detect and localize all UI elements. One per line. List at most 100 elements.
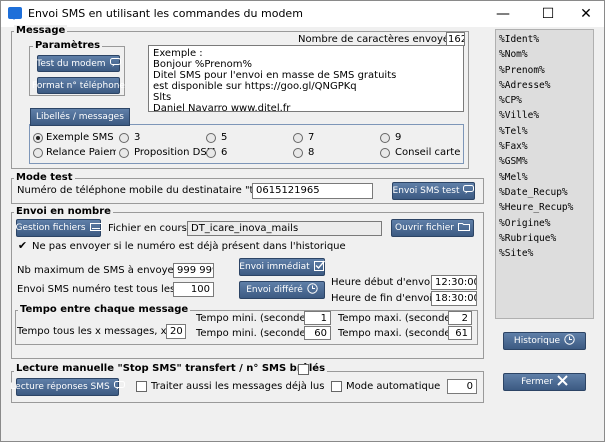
auto-mode-label: Mode automatique bbox=[346, 381, 441, 392]
radio-3[interactable] bbox=[119, 133, 129, 143]
folder-icon bbox=[457, 222, 470, 234]
variable-item[interactable]: %Rubrique% bbox=[499, 231, 590, 246]
keyboard-icon bbox=[89, 222, 102, 234]
radio-5[interactable] bbox=[206, 133, 216, 143]
mode-test-label: Mode test bbox=[14, 172, 75, 184]
radio-label: 3 bbox=[134, 132, 141, 143]
max2-input[interactable]: 61 bbox=[448, 326, 472, 340]
every-x-input[interactable]: 20 bbox=[166, 324, 186, 339]
radio-8[interactable] bbox=[293, 148, 303, 158]
variable-item[interactable]: %Ident% bbox=[499, 32, 590, 47]
variable-item[interactable]: %Fax% bbox=[499, 139, 590, 154]
radio-7[interactable] bbox=[293, 133, 303, 143]
stop-sms-label: Lecture manuelle "Stop SMS" transfert / … bbox=[14, 363, 328, 375]
bulk-send-label: Envoi en nombre bbox=[14, 206, 113, 218]
auto-mode-input[interactable]: 0 bbox=[447, 379, 477, 394]
open-file-label: Ouvrir fichier bbox=[395, 223, 454, 233]
open-file-button[interactable]: Ouvrir fichier bbox=[391, 219, 474, 237]
radio-label: 8 bbox=[308, 147, 315, 158]
radio-label: 7 bbox=[308, 132, 315, 143]
radio-label: 9 bbox=[395, 132, 402, 143]
radio-9[interactable] bbox=[380, 133, 390, 143]
speech-bubble-icon bbox=[113, 381, 125, 393]
variable-item[interactable]: %Ville% bbox=[499, 108, 590, 123]
max1-label: Tempo maxi. (secondes) bbox=[338, 313, 460, 324]
deferred-send-label: Envoi différé bbox=[246, 285, 303, 295]
maximize-button[interactable]: ☐ bbox=[528, 1, 568, 27]
variables-listbox[interactable]: %Ident% %Nom% %Prenom% %Adresse% %CP% %V… bbox=[495, 29, 594, 319]
end-time-label: Heure de fin d'envoi : bbox=[331, 293, 439, 304]
variable-item[interactable]: %Adresse% bbox=[499, 78, 590, 93]
radio-label: 6 bbox=[221, 147, 228, 158]
clock-icon bbox=[307, 283, 318, 297]
close-button[interactable]: Fermer bbox=[503, 373, 586, 391]
app-icon bbox=[8, 7, 22, 20]
phone-format-button[interactable]: Format n° téléphone bbox=[32, 77, 125, 94]
speech-bubble-icon bbox=[463, 185, 475, 197]
max-sms-label: Nb maximum de SMS à envoyer : bbox=[17, 265, 185, 276]
variable-item[interactable]: %Tel% bbox=[499, 124, 590, 139]
history-label: Historique bbox=[513, 336, 561, 346]
also-read-checkbox[interactable] bbox=[136, 381, 147, 392]
skip-history-checkbox[interactable]: ✔ bbox=[17, 240, 28, 252]
also-read-label: Traiter aussi les messages déjà lus bbox=[151, 381, 325, 392]
message-textarea[interactable]: Exemple : Bonjour %Prenom% Ditel SMS pou… bbox=[148, 45, 464, 112]
window-title: Envoi SMS en utilisant les commandes du … bbox=[28, 7, 303, 20]
end-time-input[interactable]: 18:30:00 bbox=[431, 291, 477, 306]
variable-item[interactable]: %Nom% bbox=[499, 47, 590, 62]
auto-mode-checkbox[interactable] bbox=[331, 381, 342, 392]
variable-item[interactable]: %Heure_Recup% bbox=[499, 200, 590, 215]
read-replies-button[interactable]: Lecture réponses SMS bbox=[10, 378, 125, 396]
max2-label: Tempo maxi. (secondes) bbox=[338, 328, 460, 339]
variable-item[interactable]: %CP% bbox=[499, 93, 590, 108]
send-now-button[interactable]: Envoi immédiat bbox=[239, 258, 325, 276]
deferred-send-button[interactable]: Envoi différé bbox=[239, 281, 325, 299]
radio-exemple-sms[interactable] bbox=[33, 133, 43, 143]
test-phone-input[interactable]: 0615121965 bbox=[252, 183, 373, 199]
radio-6[interactable] bbox=[206, 148, 216, 158]
max-sms-input[interactable]: 999 999 bbox=[173, 263, 214, 278]
radio-proposition-dsm[interactable] bbox=[119, 148, 129, 158]
max1-input[interactable]: 2 bbox=[448, 311, 472, 325]
params-group-label: Paramètres bbox=[33, 40, 103, 52]
stop-sms-enable-checkbox[interactable] bbox=[298, 364, 309, 375]
close-icon bbox=[557, 375, 568, 389]
send-now-label: Envoi immédiat bbox=[239, 262, 310, 272]
variable-item[interactable]: %GSM% bbox=[499, 154, 590, 169]
radio-label: Relance Paiement bbox=[46, 147, 116, 158]
radio-relance-paiement[interactable] bbox=[33, 148, 43, 158]
radio-label: Exemple SMS bbox=[46, 132, 114, 143]
tab-labels-messages[interactable]: Libellés / messages bbox=[30, 108, 130, 126]
test-every-label: Envoi SMS numéro test tous les ... bbox=[17, 284, 188, 295]
start-time-input[interactable]: 12:30:00 bbox=[431, 275, 477, 290]
min2-input[interactable]: 60 bbox=[304, 326, 331, 340]
title-bar: Envoi SMS en utilisant les commandes du … bbox=[1, 1, 604, 27]
radio-label: 5 bbox=[221, 132, 228, 143]
every-x-label: Tempo tous les x messages, x = bbox=[17, 326, 179, 337]
variable-item[interactable]: %Mel% bbox=[499, 170, 590, 185]
send-test-label: Envoi SMS test bbox=[392, 186, 460, 196]
current-file-field: DT_icare_inova_mails bbox=[187, 221, 382, 236]
test-modem-button[interactable]: Test du modem bbox=[36, 55, 121, 72]
min1-label: Tempo mini. (secondes) bbox=[196, 313, 315, 324]
main-window: Envoi SMS en utilisant les commandes du … bbox=[0, 0, 605, 442]
start-time-label: Heure début d'envoi : bbox=[331, 277, 440, 288]
close-label: Fermer bbox=[521, 377, 553, 387]
radio-conseil-carte[interactable] bbox=[380, 148, 390, 158]
variable-item[interactable]: %Date_Recup% bbox=[499, 185, 590, 200]
variable-item[interactable]: %Site% bbox=[499, 246, 590, 261]
send-test-button[interactable]: Envoi SMS test bbox=[392, 182, 475, 200]
test-phone-label: Numéro de téléphone mobile du destinatai… bbox=[17, 185, 280, 196]
test-every-input[interactable]: 100 bbox=[173, 282, 214, 297]
checkbox-check-icon bbox=[313, 260, 325, 274]
min1-input[interactable]: 1 bbox=[304, 311, 331, 325]
variable-item[interactable]: %Origine% bbox=[499, 216, 590, 231]
close-window-button[interactable]: ✕ bbox=[566, 1, 605, 27]
clock-icon bbox=[564, 334, 575, 348]
history-button[interactable]: Historique bbox=[503, 332, 586, 350]
variable-item[interactable]: %Prenom% bbox=[499, 63, 590, 78]
manage-files-button[interactable]: Gestion fichiers bbox=[15, 219, 102, 237]
skip-history-label: Ne pas envoyer si le numéro est déjà pré… bbox=[32, 241, 346, 252]
minimize-button[interactable]: — bbox=[483, 1, 523, 27]
message-group-label: Message bbox=[14, 25, 68, 37]
